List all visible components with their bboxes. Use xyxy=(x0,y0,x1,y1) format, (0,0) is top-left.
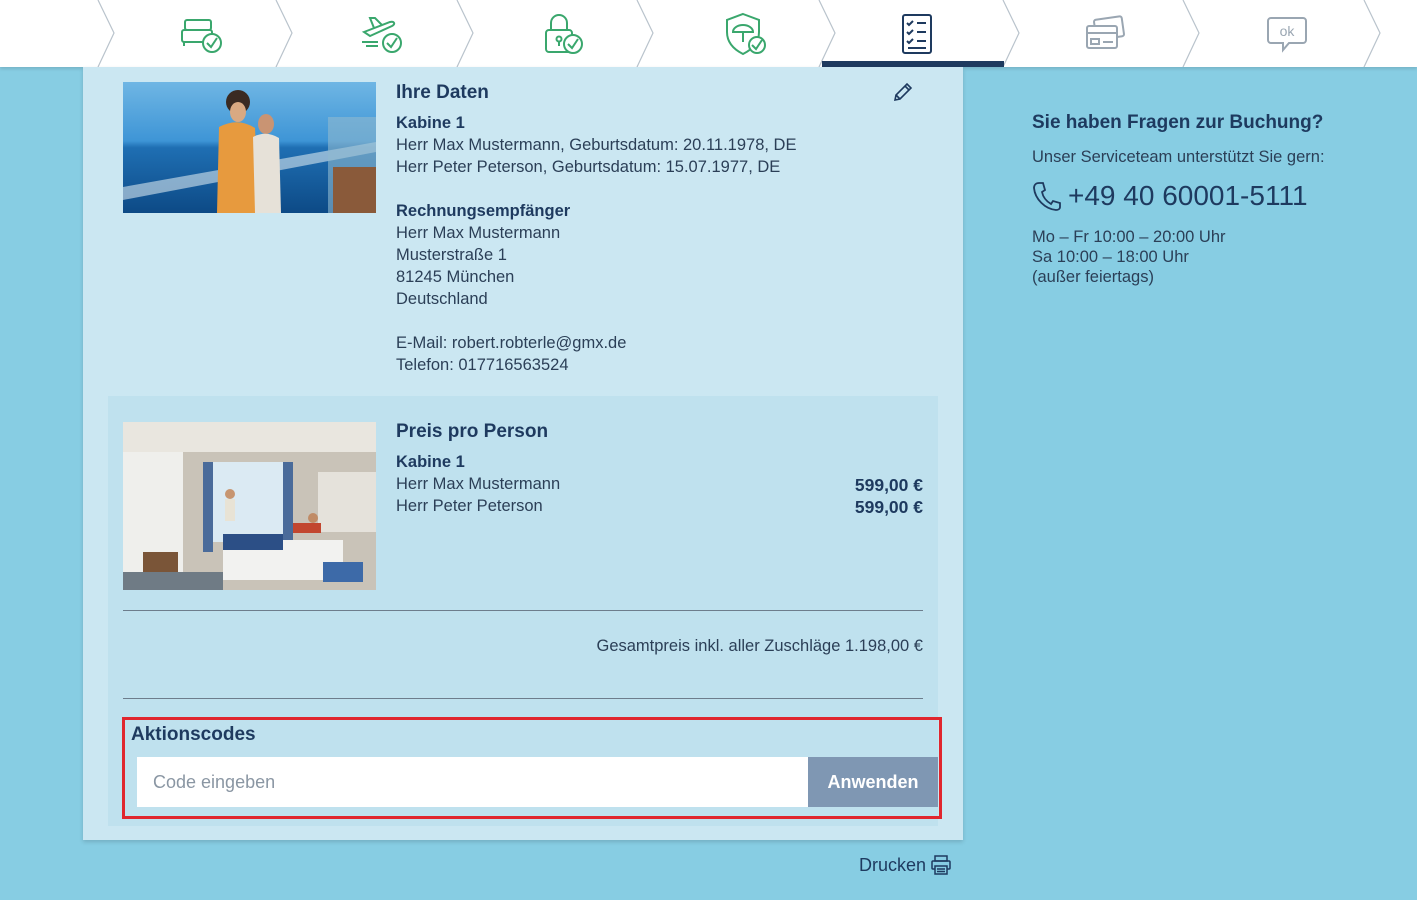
price-row-name: Herr Peter Peterson xyxy=(396,497,543,515)
billing-line: 81245 München xyxy=(396,268,515,286)
step-separator xyxy=(1002,0,1020,67)
help-title: Sie haben Fragen zur Buchung? xyxy=(1032,112,1324,133)
phone-line: Telefon: 017716563524 xyxy=(396,356,569,374)
cabin-photo xyxy=(123,422,376,590)
couple-photo xyxy=(123,82,376,213)
promo-code-section: Aktionscodes Anwenden xyxy=(122,717,942,819)
hours-line: Mo – Fr 10:00 – 20:00 Uhr xyxy=(1032,228,1226,246)
ok-bubble-icon: ok xyxy=(1267,16,1307,53)
service-phone[interactable]: +49 40 60001-5111 xyxy=(1032,180,1308,212)
billing-line: Deutschland xyxy=(396,290,488,308)
svg-text:ok: ok xyxy=(1280,23,1296,39)
step-separator xyxy=(636,0,654,67)
step-separator xyxy=(1182,0,1200,67)
step-security[interactable] xyxy=(525,0,595,67)
hours-line: Sa 10:00 – 18:00 Uhr xyxy=(1032,248,1189,266)
billing-line: Herr Max Mustermann xyxy=(396,224,561,242)
step-confirmation[interactable]: ok xyxy=(1252,0,1322,67)
insurance-check-icon xyxy=(726,12,766,55)
price-row-name: Herr Max Mustermann xyxy=(396,475,561,493)
print-label: Drucken xyxy=(859,854,927,875)
price-row-amount: 599,00 € xyxy=(854,475,923,495)
step-separator xyxy=(456,0,474,67)
step-summary[interactable] xyxy=(882,0,952,67)
hours-line: (außer feiertags) xyxy=(1032,268,1154,286)
step-separator xyxy=(97,0,115,67)
promo-code-title: Aktionscodes xyxy=(131,724,256,745)
lock-check-icon xyxy=(545,13,583,54)
printer-icon xyxy=(931,855,951,875)
billing-line: Musterstraße 1 xyxy=(396,246,507,264)
step-separator xyxy=(275,0,293,67)
flight-check-icon xyxy=(361,16,402,53)
divider xyxy=(123,698,923,699)
email-line: E-Mail: robert.robterle@gmx.de xyxy=(396,334,627,352)
price-section: Preis pro Person Kabine 1 Herr Max Muste… xyxy=(108,396,942,826)
cabin-label: Kabine 1 xyxy=(396,114,465,132)
total-price: Gesamtpreis inkl. aller Zuschläge 1.198,… xyxy=(596,637,923,655)
traveller-line: Herr Max Mustermann, Geburtsdatum: 20.11… xyxy=(396,136,797,154)
cabin-label: Kabine 1 xyxy=(396,453,465,471)
booking-stepper: ok xyxy=(0,0,1417,67)
price-row-amount: 599,00 € xyxy=(854,497,923,517)
step-insurance[interactable] xyxy=(710,0,780,67)
phone-number: +49 40 60001-5111 xyxy=(1068,180,1308,211)
booking-summary-card: Ihre Daten Kabine 1 Herr Max Mustermann,… xyxy=(83,67,963,840)
price-per-person-title: Preis pro Person xyxy=(396,421,549,442)
phone-icon xyxy=(1033,182,1061,211)
your-data-title: Ihre Daten xyxy=(396,82,489,103)
divider xyxy=(123,610,923,611)
billing-title: Rechnungsempfänger xyxy=(396,202,571,220)
step-payment[interactable] xyxy=(1070,0,1140,67)
pencil-icon[interactable] xyxy=(891,80,915,104)
cabin-check-icon xyxy=(181,18,222,53)
print-link[interactable]: Drucken xyxy=(859,854,952,876)
step-separator xyxy=(818,0,836,67)
checklist-icon xyxy=(902,13,932,54)
step-cabin[interactable] xyxy=(165,0,235,67)
help-subtitle: Unser Serviceteam unterstützt Sie gern: xyxy=(1032,148,1325,166)
apply-code-button[interactable]: Anwenden xyxy=(808,757,938,807)
traveller-line: Herr Peter Peterson, Geburtsdatum: 15.07… xyxy=(396,158,781,176)
step-flight[interactable] xyxy=(345,0,415,67)
step-separator xyxy=(1363,0,1381,67)
payment-card-icon xyxy=(1086,14,1125,49)
promo-code-input[interactable] xyxy=(137,757,808,807)
